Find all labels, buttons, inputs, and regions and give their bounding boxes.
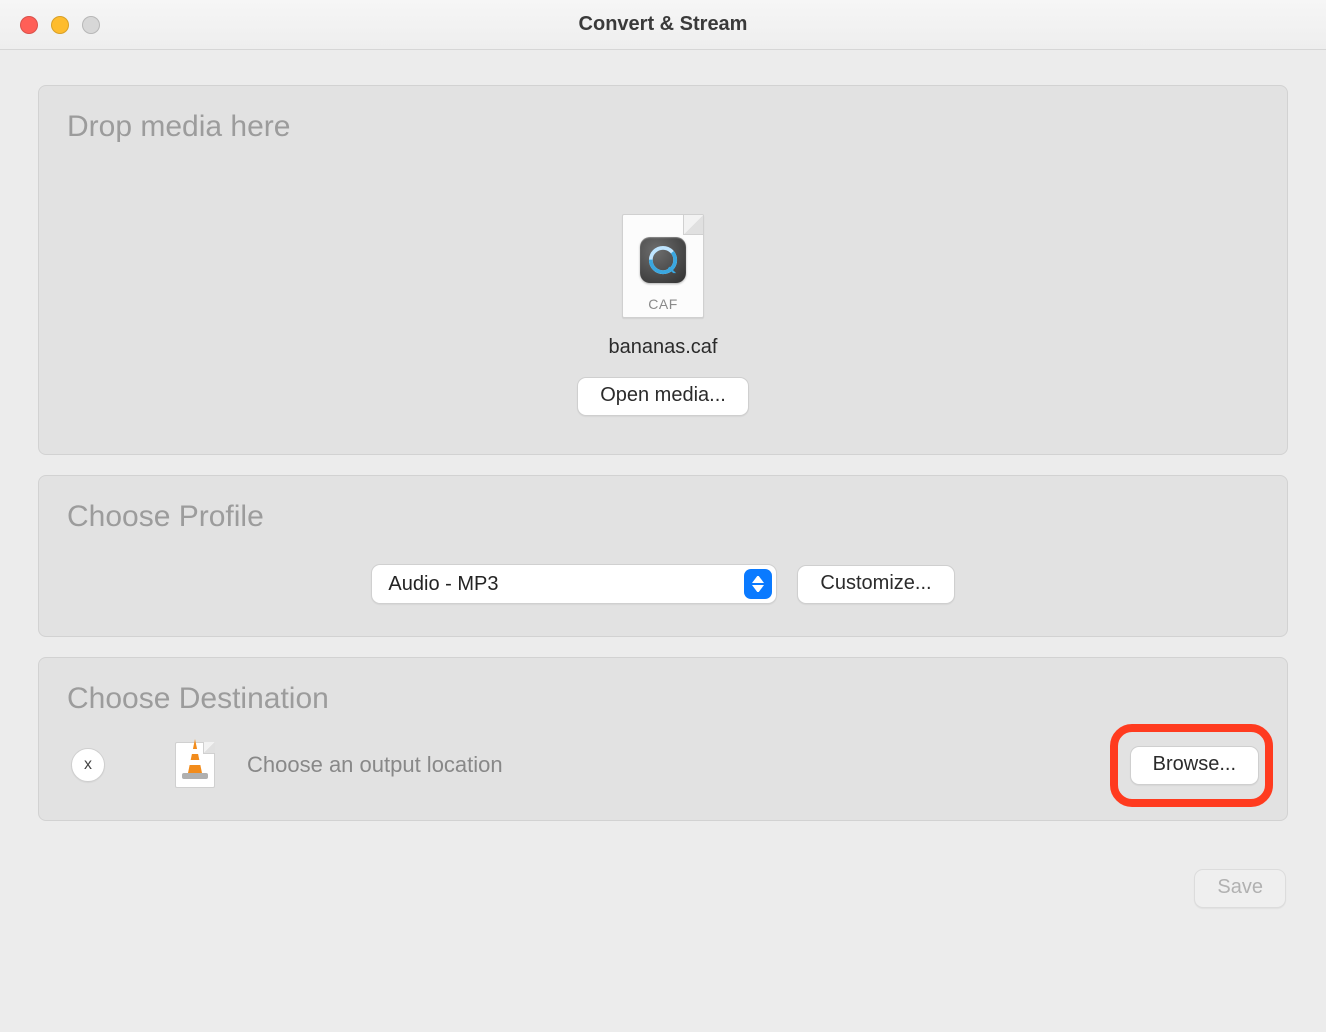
clear-destination-button[interactable]: x [71, 748, 105, 782]
drop-media-panel[interactable]: Drop media here CAF bananas.caf Open med… [38, 85, 1288, 455]
profile-selected-label: Audio - MP3 [388, 573, 498, 596]
footer: Save [38, 841, 1288, 908]
titlebar: Convert & Stream [0, 0, 1326, 50]
zoom-window-button [82, 16, 100, 34]
drop-media-heading: Drop media here [67, 110, 1259, 144]
media-filename: bananas.caf [609, 336, 718, 359]
vlc-cone-icon [176, 737, 214, 786]
destination-placeholder: Choose an output location [247, 752, 503, 778]
drop-area[interactable]: CAF bananas.caf Open media... [67, 154, 1259, 422]
choose-profile-panel: Choose Profile Audio - MP3 Customize... [38, 475, 1288, 637]
quicktime-icon [640, 237, 686, 283]
open-media-button[interactable]: Open media... [577, 377, 749, 416]
destination-row: x Choose an output location Browse... [67, 726, 1259, 788]
choose-profile-heading: Choose Profile [67, 500, 1259, 534]
browse-button[interactable]: Browse... [1130, 746, 1259, 785]
vlc-file-icon [175, 742, 215, 788]
close-window-button[interactable] [20, 16, 38, 34]
window-title: Convert & Stream [0, 13, 1326, 36]
dog-ear-icon [683, 215, 703, 235]
select-stepper-icon[interactable] [744, 569, 772, 599]
file-extension-label: CAF [648, 296, 678, 312]
media-file-icon: CAF [622, 214, 704, 318]
profile-row: Audio - MP3 Customize... [67, 544, 1259, 604]
choose-destination-panel: Choose Destination x Choose an output lo… [38, 657, 1288, 821]
profile-select[interactable]: Audio - MP3 [371, 564, 777, 604]
choose-destination-heading: Choose Destination [67, 682, 1259, 716]
minimize-window-button[interactable] [51, 16, 69, 34]
content-area: Drop media here CAF bananas.caf Open med… [0, 50, 1326, 928]
window-controls [20, 16, 100, 34]
save-button: Save [1194, 869, 1286, 908]
customize-button[interactable]: Customize... [797, 565, 954, 604]
